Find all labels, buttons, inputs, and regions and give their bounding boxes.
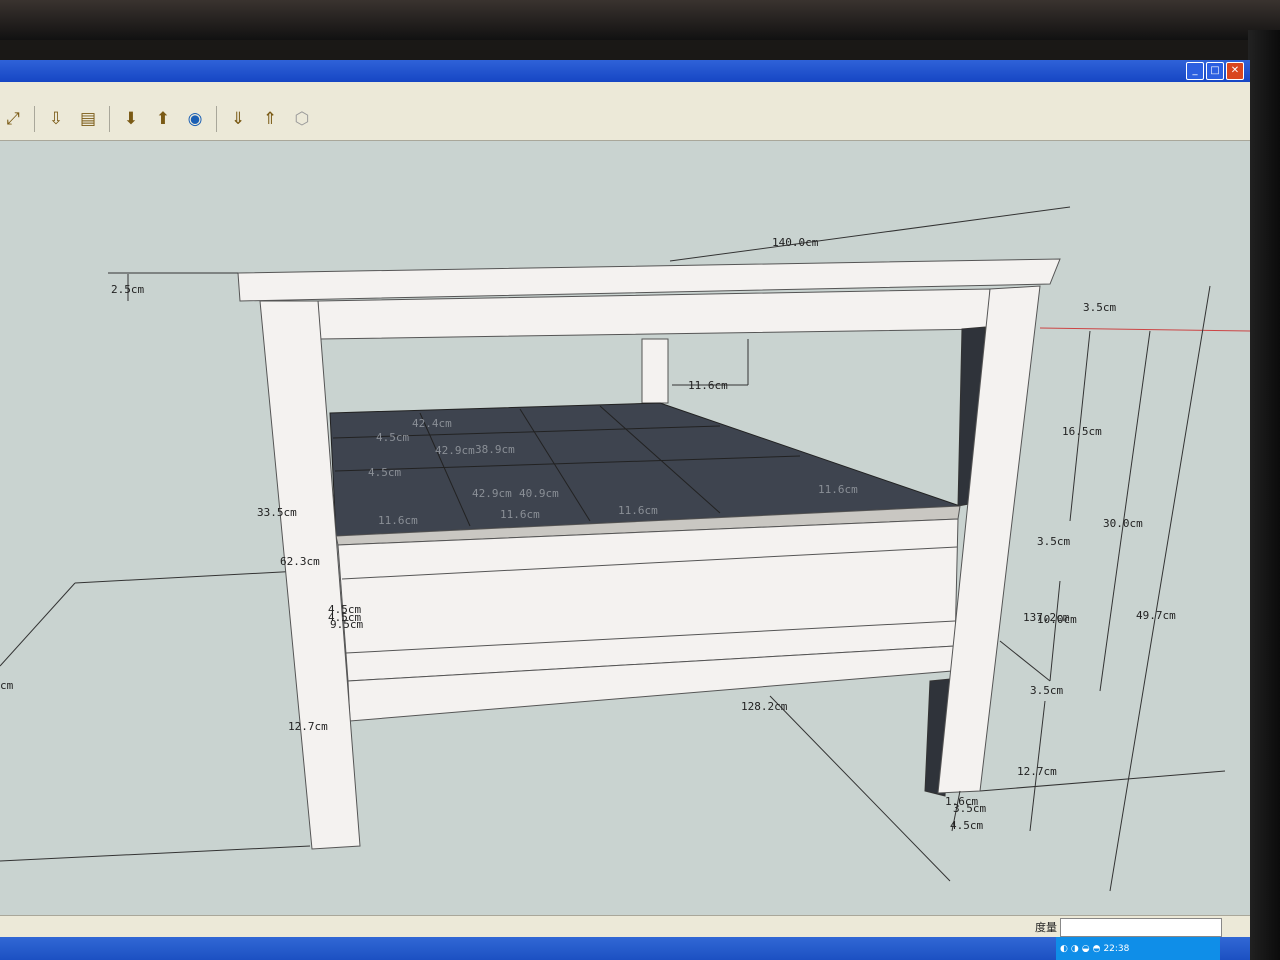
- dimension-label: 16.5cm: [1062, 425, 1102, 438]
- ground-edge-line: [74, 570, 301, 584]
- dimension-label: 4.5cm: [328, 611, 361, 624]
- dimension-label: 12.7cm: [1017, 765, 1057, 778]
- grid-dimension-label: 11.6cm: [378, 514, 418, 527]
- grid-dimension-label: 4.5cm: [368, 466, 401, 479]
- dimension-label: 49.7cm: [1136, 609, 1176, 622]
- zoom-extents-icon[interactable]: ⤢: [0, 106, 26, 132]
- monitor-bezel-right: [1248, 30, 1280, 960]
- dimension-label: cm: [0, 679, 14, 692]
- ground-edge-line: [0, 582, 76, 667]
- grid-dimension-label: 38.9cm: [475, 443, 515, 456]
- get-current-view-icon[interactable]: ⬆: [150, 106, 176, 132]
- dimension-label: 140.0cm: [772, 236, 819, 249]
- grid-dimension-label: 11.6cm: [818, 483, 858, 496]
- grid-dimension-label: 42.9cm: [435, 444, 475, 457]
- tray-icon[interactable]: ◑: [1071, 944, 1079, 954]
- close-button[interactable]: ✕: [1226, 62, 1244, 80]
- grid-dimension-label: 42.9cm: [472, 487, 512, 500]
- dimension-label: 3.5cm: [953, 802, 986, 815]
- ground-edge-line: [0, 845, 311, 862]
- dimension-label: 11.6cm: [688, 379, 728, 392]
- minimize-button[interactable]: _: [1186, 62, 1204, 80]
- toolbar-separator: [109, 106, 110, 132]
- taskbar: S ◐ ◑ ◒ ◓ 22:38: [0, 937, 1250, 960]
- toolbar-separator: [34, 106, 35, 132]
- share-model-icon[interactable]: ⇑: [257, 106, 283, 132]
- toolbar-separator: [216, 106, 217, 132]
- dimension-label: 4.5cm: [950, 819, 983, 832]
- maximize-button[interactable]: □: [1206, 62, 1224, 80]
- dimension-label: 3.5cm: [1037, 535, 1070, 548]
- next-view-icon[interactable]: ▤: [75, 106, 101, 132]
- status-bar: 度量: [0, 915, 1250, 938]
- drawing-viewport[interactable]: 140.0cm 2.5cm 3.5cm 11.6cm 16.5cm 30.0cm…: [0, 141, 1250, 915]
- monitor-bezel-top: [0, 0, 1280, 40]
- previous-view-icon[interactable]: ⇩: [43, 106, 69, 132]
- menu-bar: [0, 82, 1250, 98]
- components-icon[interactable]: ⬡: [289, 106, 315, 132]
- tray-icon[interactable]: ◒: [1082, 944, 1090, 954]
- back-post: [641, 338, 669, 404]
- model-view: 140.0cm 2.5cm 3.5cm 11.6cm 16.5cm 30.0cm…: [0, 206, 1250, 892]
- dimension-label: 12.7cm: [288, 720, 328, 733]
- tray-icon[interactable]: ◓: [1093, 944, 1101, 954]
- grid-dimension-label: 40.9cm: [519, 487, 559, 500]
- red-axis-line: [1039, 327, 1250, 332]
- dimension-label: 30.0cm: [1103, 517, 1143, 530]
- dimension-label: 128.2cm: [741, 700, 788, 713]
- place-model-icon[interactable]: ⬇: [118, 106, 144, 132]
- dimension-label: 10.0cm: [1037, 613, 1077, 626]
- grid-dimension-label: 11.6cm: [618, 504, 658, 517]
- sketchup-window: _ □ ✕ ⤢ ⇩ ▤ ⬇ ⬆ ◉ ⇓ ⇑ ⬡ 140.0cm 2.5cm 3.…: [0, 60, 1250, 960]
- dimension-label: 62.3cm: [280, 555, 320, 568]
- measurements-label: 度量: [1035, 921, 1057, 934]
- tray-icon[interactable]: ◐: [1060, 944, 1068, 954]
- clock: 22:38: [1103, 943, 1130, 954]
- google-earth-icon[interactable]: ◉: [182, 106, 208, 132]
- grid-dimension-label: 11.6cm: [500, 508, 540, 521]
- system-tray: ◐ ◑ ◒ ◓ 22:38: [1056, 937, 1220, 960]
- dimension-label: 3.5cm: [1030, 684, 1063, 697]
- dimension-label: 33.5cm: [257, 506, 297, 519]
- grid-dimension-label: 42.4cm: [412, 417, 452, 430]
- dimension-label: 3.5cm: [1083, 301, 1116, 314]
- title-bar: _ □ ✕: [0, 60, 1250, 82]
- measurements-input[interactable]: [1060, 918, 1222, 937]
- get-models-icon[interactable]: ⇓: [225, 106, 251, 132]
- grid-dimension-label: 4.5cm: [376, 431, 409, 444]
- dimension-label: 2.5cm: [111, 283, 144, 296]
- toolbar: ⤢ ⇩ ▤ ⬇ ⬆ ◉ ⇓ ⇑ ⬡: [0, 98, 1250, 141]
